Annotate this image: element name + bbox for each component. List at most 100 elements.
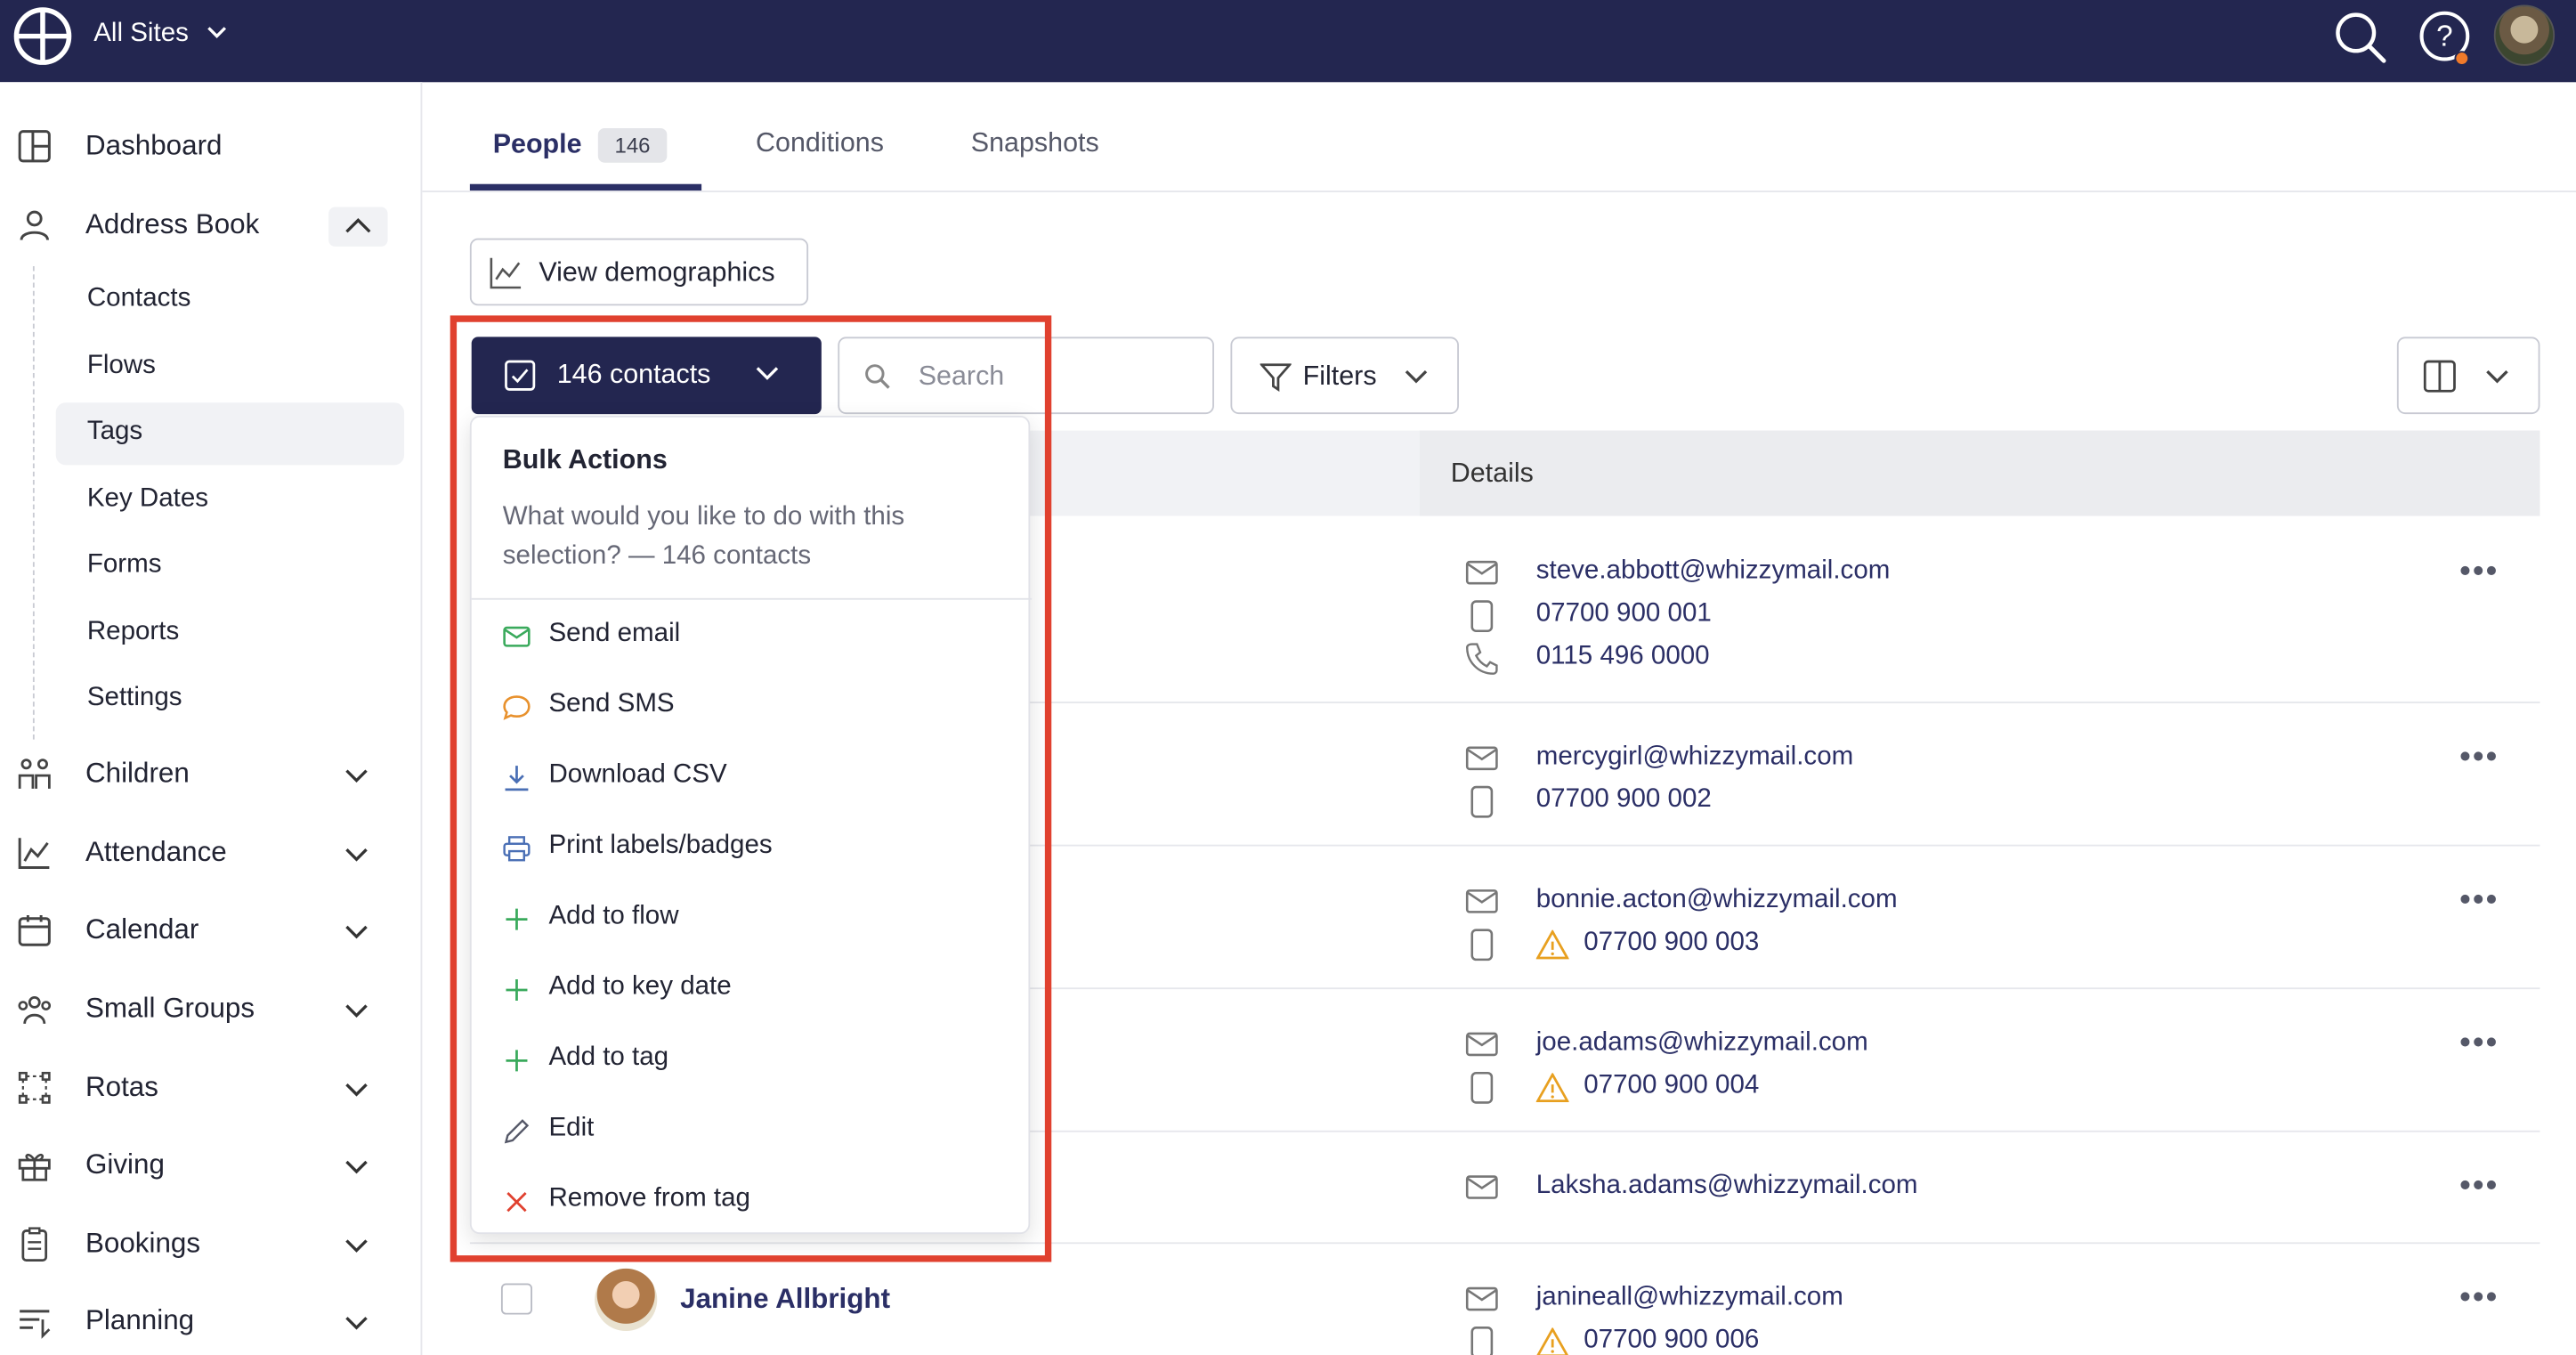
row-menu-button[interactable]: ••• xyxy=(2459,741,2499,774)
sidebar-item-dashboard[interactable]: Dashboard xyxy=(0,115,422,181)
row-menu-button[interactable]: ••• xyxy=(2459,1282,2499,1315)
warning-icon xyxy=(1535,929,1569,960)
column-layout-button[interactable] xyxy=(2396,337,2540,415)
contact-avatar xyxy=(595,1268,658,1332)
sidebar-item-label: Rotas xyxy=(85,1071,158,1103)
mobile-link[interactable]: 07700 900 004 xyxy=(1584,1071,1759,1100)
mail-icon xyxy=(1465,1286,1498,1311)
email-link[interactable]: janineall@whizzymail.com xyxy=(1536,1283,1843,1312)
sidebar-item-rotas[interactable]: Rotas xyxy=(0,1057,422,1123)
chevron-down-icon xyxy=(345,925,368,939)
search-icon[interactable] xyxy=(2333,10,2389,66)
sidebar-item-label: Tags xyxy=(86,417,143,446)
contact-name-link[interactable]: Janine Allbright xyxy=(680,1283,890,1316)
table-header-details: Details xyxy=(1419,430,2540,516)
sidebar-item-forms[interactable]: Forms xyxy=(56,536,404,598)
row-menu-button[interactable]: ••• xyxy=(2459,1027,2499,1060)
sidebar-item-attendance[interactable]: Attendance xyxy=(0,822,422,888)
view-demographics-button[interactable]: View demographics xyxy=(469,238,809,306)
chevron-down-icon xyxy=(345,848,368,862)
sidebar-item-bookings[interactable]: Bookings xyxy=(0,1213,422,1278)
row-menu-button[interactable]: ••• xyxy=(2459,1170,2499,1203)
chevron-down-icon xyxy=(207,27,227,38)
warning-icon xyxy=(1536,1327,1568,1355)
active-tab-indicator xyxy=(469,183,702,191)
sidebar: Dashboard Address Book Contacts Flows Ta… xyxy=(0,82,423,1355)
site-selector[interactable]: All Sites xyxy=(93,20,229,49)
sidebar-item-children[interactable]: Children xyxy=(0,742,422,808)
row-checkbox[interactable] xyxy=(500,1283,533,1315)
sidebar-item-giving[interactable]: Giving xyxy=(0,1134,422,1200)
email-link[interactable]: Laksha.adams@whizzymail.com xyxy=(1536,1172,1918,1201)
mobile-icon xyxy=(1470,1327,1494,1355)
user-avatar[interactable] xyxy=(2493,4,2556,66)
sidebar-item-label: Key Dates xyxy=(86,484,209,513)
sidebar-item-flows[interactable]: Flows xyxy=(56,337,404,399)
sidebar-item-address-book[interactable]: Address Book xyxy=(0,194,422,260)
chevron-down-icon xyxy=(345,1083,368,1097)
sidebar-item-planning[interactable]: Planning xyxy=(0,1290,422,1355)
tab-people[interactable]: People 146 xyxy=(492,127,668,163)
chart-icon xyxy=(18,838,50,870)
sidebar-item-label: Planning xyxy=(85,1304,195,1336)
mobile-icon xyxy=(1470,785,1494,818)
app-root: All Sites ? Dashboard Address Book Conta… xyxy=(0,0,2576,1355)
sidebar-item-label: Giving xyxy=(85,1148,165,1181)
sidebar-item-tags[interactable]: Tags xyxy=(55,402,405,466)
app-logo-icon[interactable] xyxy=(13,6,72,65)
chevron-down-icon xyxy=(2486,369,2508,384)
sidebar-item-label: Children xyxy=(85,757,190,789)
sidebar-item-label: Dashboard xyxy=(85,129,223,161)
groups-icon xyxy=(18,995,52,1025)
planning-icon xyxy=(20,1310,51,1339)
mobile-icon xyxy=(1470,929,1494,961)
highlight-box xyxy=(450,315,1052,1262)
email-link[interactable]: mercygirl@whizzymail.com xyxy=(1536,742,1854,772)
details-header-label: Details xyxy=(1450,458,1534,489)
mail-icon xyxy=(1465,560,1498,585)
svg-text:?: ? xyxy=(2436,20,2452,53)
mail-icon xyxy=(1465,889,1498,913)
columns-icon xyxy=(2423,360,2456,393)
filter-icon xyxy=(1260,363,1292,393)
phone-link[interactable]: 0115 496 0000 xyxy=(1536,643,1710,672)
email-link[interactable]: steve.abbott@whizzymail.com xyxy=(1536,557,1891,587)
chevron-down-icon xyxy=(345,1239,368,1253)
sidebar-item-reports[interactable]: Reports xyxy=(56,603,404,665)
mobile-link[interactable]: 07700 900 001 xyxy=(1536,600,1712,629)
mobile-link[interactable]: 07700 900 006 xyxy=(1584,1326,1759,1355)
button-label: Filters xyxy=(1302,361,1377,392)
collapse-button[interactable] xyxy=(328,207,388,247)
tab-label: People xyxy=(492,129,582,160)
sidebar-item-settings[interactable]: Settings xyxy=(56,669,404,731)
chevron-up-icon xyxy=(345,217,371,233)
help-button[interactable]: ? xyxy=(2418,10,2471,66)
sidebar-item-calendar[interactable]: Calendar xyxy=(0,899,422,965)
row-menu-button[interactable]: ••• xyxy=(2459,884,2499,917)
chevron-down-icon xyxy=(345,769,368,783)
email-link[interactable]: bonnie.acton@whizzymail.com xyxy=(1536,886,1898,915)
gift-icon xyxy=(18,1153,51,1181)
sidebar-item-label: Address Book xyxy=(85,208,260,240)
tab-snapshots[interactable]: Snapshots xyxy=(971,128,1099,159)
calendar-icon xyxy=(18,915,51,946)
sidebar-item-label: Forms xyxy=(86,550,162,579)
mobile-link[interactable]: 07700 900 003 xyxy=(1584,929,1759,958)
sidebar-item-label: Small Groups xyxy=(85,992,255,1024)
sidebar-item-small-groups[interactable]: Small Groups xyxy=(0,978,422,1043)
sidebar-item-label: Bookings xyxy=(85,1227,201,1259)
email-link[interactable]: joe.adams@whizzymail.com xyxy=(1536,1028,1868,1058)
filters-button[interactable]: Filters xyxy=(1230,337,1459,415)
sidebar-item-key-dates[interactable]: Key Dates xyxy=(56,470,404,532)
chevron-down-icon xyxy=(345,1317,368,1330)
mobile-icon xyxy=(1470,600,1494,633)
children-icon xyxy=(18,759,51,789)
dashboard-icon xyxy=(18,130,51,163)
person-icon xyxy=(20,210,50,240)
row-menu-button[interactable]: ••• xyxy=(2459,556,2499,588)
mobile-link[interactable]: 07700 900 002 xyxy=(1536,785,1712,815)
sidebar-item-label: Settings xyxy=(86,683,182,712)
tab-conditions[interactable]: Conditions xyxy=(756,128,884,159)
tab-label: Snapshots xyxy=(970,127,1099,158)
sidebar-item-contacts[interactable]: Contacts xyxy=(56,270,404,332)
